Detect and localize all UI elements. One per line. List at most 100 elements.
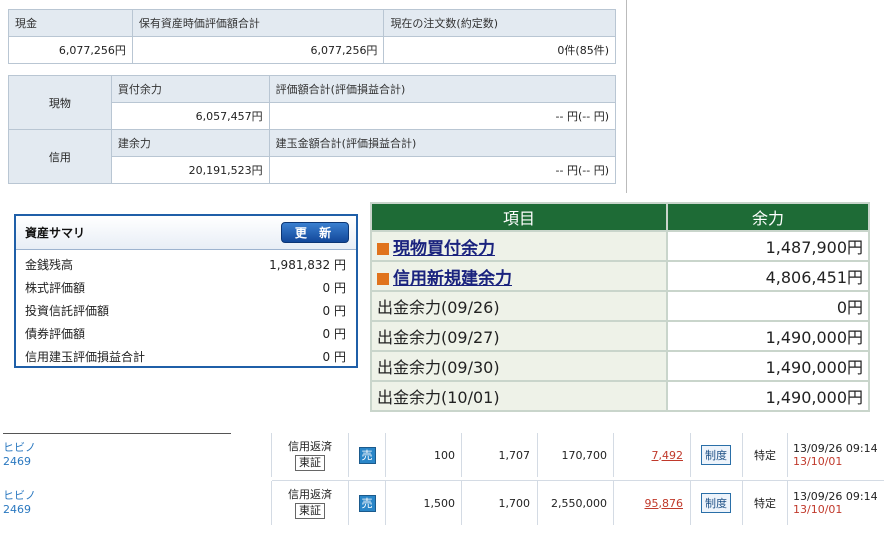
row-separator <box>272 480 884 481</box>
settle-date: 13/10/01 <box>793 455 843 468</box>
yoryoku-table: 項目 余力 現物買付余力 1,487,900円 信用新規建余力 4,806,451円出… <box>370 202 870 412</box>
shinyou-label: 信用 <box>8 129 112 184</box>
system-badge: 制度 <box>701 493 731 513</box>
order-row: ヒビノ 2469 信用返済 東証売 100 1,707 170,700 7,492 制度 特定 13… <box>0 433 884 477</box>
asset-summary-rows: 金銭残高 1,981,832 円株式評価額 0 円投資信託評価額 0 円債券評価額 0 … <box>16 250 356 368</box>
order-row: ヒビノ 2469 信用返済 東証売 1,500 1,700 2,550,000 95,876 制… <box>0 481 884 525</box>
power-table: 現物 買付余力 評価額合計(評価損益合計) 6,057,457円 -- 円(--… <box>8 75 617 184</box>
summary-value: 0 円 <box>322 327 346 341</box>
profit-loss[interactable]: 7,492 <box>618 433 684 477</box>
asset-summary-header: 資産サマリ 更 新 <box>16 216 356 250</box>
order-list: ヒビノ 2469 信用返済 東証売 100 1,707 170,700 7,492 制度 特定 13… <box>0 404 884 538</box>
yoryoku-link[interactable]: 信用新規建余力 <box>393 269 512 289</box>
summary-value: 0 円 <box>322 350 346 364</box>
genbutsu-valuation-header: 評価額合計(評価損益合計) <box>268 75 617 103</box>
quantity: 100 <box>434 448 455 462</box>
system-cell: 制度 <box>701 481 731 525</box>
stock-name-cell[interactable]: ヒビノ 2469 <box>3 481 36 525</box>
stock-name-cell[interactable]: ヒビノ 2469 <box>3 433 36 477</box>
shinyou-position: -- 円(-- 円) <box>268 156 617 184</box>
sell-badge: 売 <box>358 446 376 464</box>
stock-code: 2469 <box>3 503 31 516</box>
refresh-button[interactable]: 更 新 <box>281 222 349 243</box>
summary-row: 株式評価額 0 円 <box>16 276 356 299</box>
order-type-cell: 信用返済 東証 <box>272 433 348 477</box>
summary-value: 0 円 <box>322 304 346 318</box>
summary-value: 0 円 <box>322 281 346 295</box>
summary-label: 投資信託評価額 <box>25 304 110 318</box>
yoryoku-value: 1,487,900円 <box>666 230 870 262</box>
yoryoku-item: 出金余力(09/26) <box>370 290 668 322</box>
yoryoku-value: 1,490,000円 <box>666 320 870 352</box>
yoryoku-item: 出金余力(09/27) <box>370 320 668 352</box>
summary-label: 金銭残高 <box>25 258 74 272</box>
genbutsu-buying-power-header: 買付余力 <box>110 75 270 103</box>
exchange-badge: 東証 <box>295 502 325 519</box>
capacity-header: 余力 <box>666 202 870 232</box>
yoryoku-value: 0円 <box>666 290 870 322</box>
order-type-cell: 信用返済 東証 <box>272 481 348 525</box>
datetime-cell: 13/09/26 09:14 13/10/01 <box>793 433 878 477</box>
genbutsu-buying-power: 6,057,457円 <box>110 102 270 130</box>
shinyou-power: 20,191,523円 <box>110 156 270 184</box>
profit-loss-link[interactable]: 7,492 <box>652 449 684 462</box>
summary-row: 債券評価額 0 円 <box>16 322 356 345</box>
quantity: 1,500 <box>423 496 456 510</box>
yoryoku-item: 現物買付余力 <box>370 230 668 262</box>
yoryoku-row: 現物買付余力 1,487,900円 <box>370 230 870 262</box>
yoryoku-item: 信用新規建余力 <box>370 260 668 292</box>
system-cell: 制度 <box>701 433 731 477</box>
order-type: 信用返済 <box>288 487 332 501</box>
yoryoku-row: 出金余力(09/30) 1,490,000円 <box>370 350 870 382</box>
balance-table: 現金 保有資産時価評価額合計 現在の注文数(約定数) 6,077,256円 6,… <box>8 9 616 64</box>
genbutsu-label: 現物 <box>8 75 112 130</box>
item-header: 項目 <box>370 202 668 232</box>
yoryoku-row: 出金余力(09/27) 1,490,000円 <box>370 320 870 352</box>
system-badge: 制度 <box>701 445 731 465</box>
summary-row: 信用建玉評価損益合計 0 円 <box>16 345 356 368</box>
exchange-badge: 東証 <box>295 454 325 471</box>
shinyou-power-header: 建余力 <box>110 129 270 157</box>
yoryoku-value: 1,490,000円 <box>666 350 870 382</box>
yoryoku-row: 出金余力(09/26) 0円 <box>370 290 870 322</box>
summary-label: 債券評価額 <box>25 327 86 341</box>
sell-badge: 売 <box>358 494 376 512</box>
price: 1,700 <box>498 496 531 510</box>
summary-row: 投資信託評価額 0 円 <box>16 299 356 322</box>
order-count-value: 0件(85件) <box>383 36 616 64</box>
yoryoku-value: 4,806,451円 <box>666 260 870 292</box>
stock-code: 2469 <box>3 455 31 468</box>
side-cell: 売 <box>358 481 376 525</box>
shinyou-position-header: 建玉金額合計(評価損益合計) <box>268 129 617 157</box>
account-type: 特定 <box>754 449 776 462</box>
account-summary-panel: 現金 保有資産時価評価額合計 現在の注文数(約定数) 6,077,256円 6,… <box>0 0 627 193</box>
summary-label: 株式評価額 <box>25 281 86 295</box>
asset-summary-box: 資産サマリ 更 新 金銭残高 1,981,832 円株式評価額 0 円投資信託評価額… <box>14 214 358 368</box>
summary-value: 1,981,832 円 <box>269 258 346 272</box>
yoryoku-row: 信用新規建余力 4,806,451円 <box>370 260 870 292</box>
settle-date: 13/10/01 <box>793 503 843 516</box>
holdings-value-header: 保有資産時価評価額合計 <box>131 9 385 37</box>
order-datetime: 13/09/26 09:14 <box>793 490 878 503</box>
account-type: 特定 <box>754 497 776 510</box>
order-datetime: 13/09/26 09:14 <box>793 442 878 455</box>
genbutsu-valuation: -- 円(-- 円) <box>268 102 617 130</box>
amount: 2,550,000 <box>551 496 607 510</box>
side-cell: 売 <box>358 433 376 477</box>
yoryoku-link[interactable]: 現物買付余力 <box>393 239 495 259</box>
stock-name[interactable]: ヒビノ <box>3 441 36 455</box>
order-type: 信用返済 <box>288 439 332 453</box>
summary-label: 信用建玉評価損益合計 <box>25 350 146 364</box>
summary-row: 金銭残高 1,981,832 円 <box>16 253 356 276</box>
stock-name[interactable]: ヒビノ <box>3 489 36 503</box>
cash-value: 6,077,256円 <box>8 36 133 64</box>
profit-loss-link[interactable]: 95,876 <box>645 497 684 510</box>
price: 1,707 <box>498 448 531 462</box>
profit-loss[interactable]: 95,876 <box>618 481 684 525</box>
bullet-square-icon <box>377 242 389 255</box>
asset-summary-title: 資産サマリ <box>25 226 86 240</box>
datetime-cell: 13/09/26 09:14 13/10/01 <box>793 481 878 525</box>
cash-header: 現金 <box>8 9 133 37</box>
bullet-square-icon <box>377 272 389 285</box>
yoryoku-item: 出金余力(09/30) <box>370 350 668 382</box>
